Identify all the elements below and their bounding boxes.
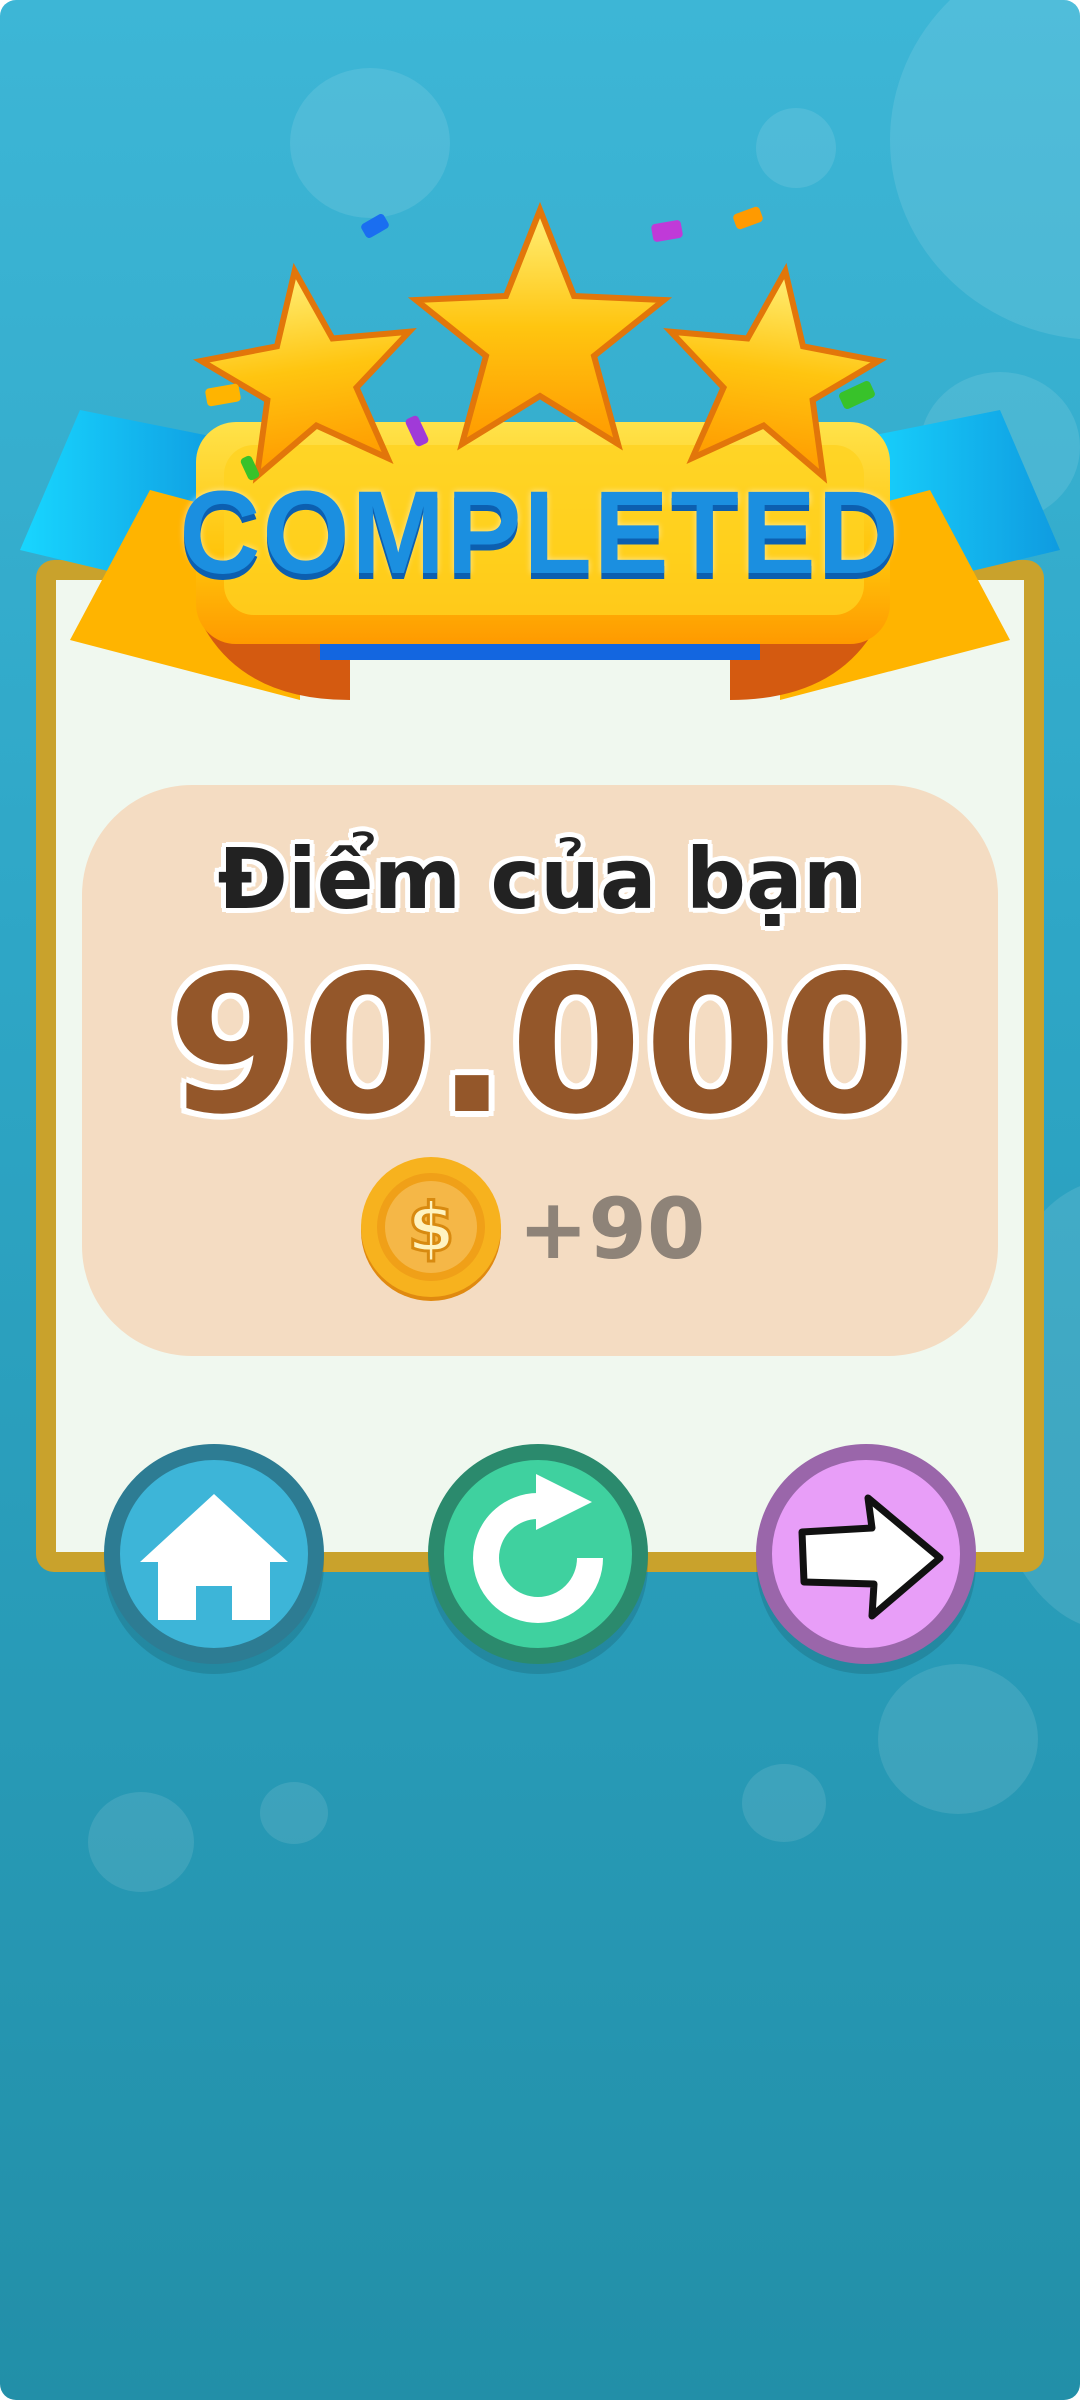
background-bubble	[742, 1764, 826, 1842]
replay-button[interactable]	[428, 1444, 648, 1664]
next-button[interactable]	[756, 1444, 976, 1664]
svg-text:$: $	[407, 1189, 454, 1268]
score-value: 90.000	[167, 935, 913, 1156]
arrow-right-icon	[798, 1494, 944, 1620]
home-icon	[140, 1494, 288, 1620]
home-button[interactable]	[104, 1444, 324, 1664]
coin-dollar-icon: $	[358, 1155, 504, 1301]
confetti	[361, 214, 389, 238]
coin-reward: +90	[518, 1180, 706, 1278]
completed-title: COMPLETED	[179, 466, 901, 599]
confetti	[651, 220, 683, 242]
completed-banner	[20, 201, 1060, 700]
replay-icon	[473, 1474, 603, 1623]
level-complete-screen: Điểm của bạn 90.000 $ +90 COMPLETED	[0, 0, 1080, 2400]
background-bubble	[88, 1792, 194, 1892]
confetti	[733, 206, 763, 230]
background-bubble	[260, 1782, 328, 1844]
confetti	[205, 383, 241, 407]
score-label: Điểm của bạn	[217, 830, 863, 928]
star-icon-center	[407, 201, 673, 451]
background-bubble	[878, 1664, 1038, 1814]
